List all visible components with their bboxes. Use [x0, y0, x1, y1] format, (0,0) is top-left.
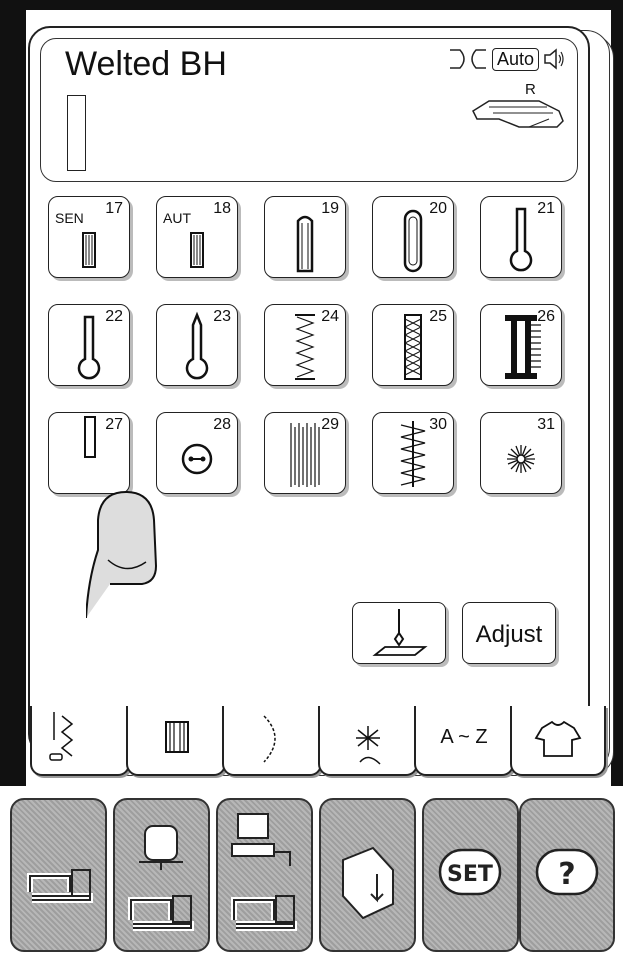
help-label: ?	[558, 857, 575, 892]
welted-buttonhole-icon	[84, 416, 96, 458]
sewing-machine-icon	[27, 869, 93, 903]
sewing-mode-button[interactable]	[10, 798, 107, 952]
thread-tension-icon	[449, 49, 486, 69]
tab-decorative[interactable]	[222, 706, 322, 776]
stitch-button-24[interactable]: 24	[264, 304, 346, 386]
tab-utility[interactable]	[30, 706, 130, 776]
device-frame-left	[0, 0, 26, 800]
buttonhole-small-icon	[190, 232, 204, 268]
set-label: SET	[447, 862, 493, 887]
embroidery-machine-icon	[128, 825, 194, 931]
adjust-label: Adjust	[475, 621, 543, 648]
buttonhole-small-icon	[82, 232, 96, 268]
tab-buttonhole[interactable]	[126, 706, 226, 776]
set-button[interactable]: SET	[422, 798, 519, 952]
pointing-finger-illustration	[86, 490, 158, 619]
stitch-button-31[interactable]: 31	[480, 412, 562, 494]
tab-alphabet[interactable]: A ~ Z	[414, 706, 514, 776]
stitch-button-27[interactable]: 27	[48, 412, 130, 494]
selected-pattern-preview	[67, 95, 86, 171]
decorative-stitch-icon	[263, 715, 276, 763]
speaker-icon	[544, 48, 564, 70]
stretch-buttonhole-icon	[295, 314, 315, 380]
category-tabs: A ~ Z	[30, 706, 606, 778]
adjust-button[interactable]: Adjust	[462, 602, 556, 664]
alphabet-tab-label: A ~ Z	[440, 726, 488, 748]
buttonhole-round-both-icon	[403, 209, 423, 273]
darning-icon	[290, 423, 320, 487]
keyhole-buttonhole-icon	[77, 315, 101, 380]
lcd-screen: Welted BH Auto R SEN 17 AUT 18 19 20 21 …	[28, 26, 590, 756]
stitch-button-19[interactable]: 19	[264, 196, 346, 278]
open-file-icon	[342, 846, 394, 920]
stitch-button-18[interactable]: AUT 18	[156, 196, 238, 278]
utility-stitch-icon	[49, 712, 74, 761]
pattern-info-panel: Welted BH Auto R	[40, 38, 578, 182]
status-area: Auto	[448, 47, 565, 71]
buttonhole-icon	[165, 721, 189, 753]
tab-garment[interactable]	[510, 706, 606, 776]
open-file-button[interactable]	[319, 798, 416, 952]
computer-to-machine-icon	[231, 813, 297, 931]
fagoting-buttonhole-icon	[505, 315, 541, 379]
help-button[interactable]: ?	[519, 798, 615, 952]
eyelet-icon	[507, 445, 535, 473]
help-icon: ?	[535, 848, 599, 896]
pc-link-button[interactable]	[216, 798, 313, 952]
heirloom-buttonhole-icon	[403, 314, 423, 380]
stitch-button-30[interactable]: 30	[372, 412, 454, 494]
stitch-button-21[interactable]: 21	[480, 196, 562, 278]
button-sew-on-icon	[181, 443, 213, 475]
stitch-button-28[interactable]: 28	[156, 412, 238, 494]
needle-fabric-icon	[372, 609, 428, 656]
buttonhole-round-top-icon	[296, 215, 314, 273]
bar-tack-icon	[400, 421, 426, 487]
device-frame-top	[0, 0, 623, 10]
keyhole-tapered-icon	[185, 311, 209, 380]
tab-quilt[interactable]	[318, 706, 418, 776]
keyhole-buttonhole-icon	[509, 207, 533, 272]
presser-foot-indicator: R	[469, 81, 565, 137]
stitch-button-20[interactable]: 20	[372, 196, 454, 278]
embroidery-mode-button[interactable]	[113, 798, 210, 952]
set-icon: SET	[438, 848, 502, 896]
stitch-button-23[interactable]: 23	[156, 304, 238, 386]
stitch-button-25[interactable]: 25	[372, 304, 454, 386]
stitch-button-26[interactable]: 26	[480, 304, 562, 386]
quilt-stitch-icon	[356, 726, 381, 765]
auto-indicator: Auto	[491, 47, 539, 71]
presser-foot-icon	[472, 100, 564, 128]
stitch-button-17[interactable]: SEN 17	[48, 196, 130, 278]
needle-position-button[interactable]	[352, 602, 446, 664]
garment-icon	[534, 720, 582, 757]
bottom-control-bar: SET ?	[0, 786, 623, 954]
pattern-title: Welted BH	[65, 45, 227, 83]
stitch-button-22[interactable]: 22	[48, 304, 130, 386]
stitch-button-29[interactable]: 29	[264, 412, 346, 494]
